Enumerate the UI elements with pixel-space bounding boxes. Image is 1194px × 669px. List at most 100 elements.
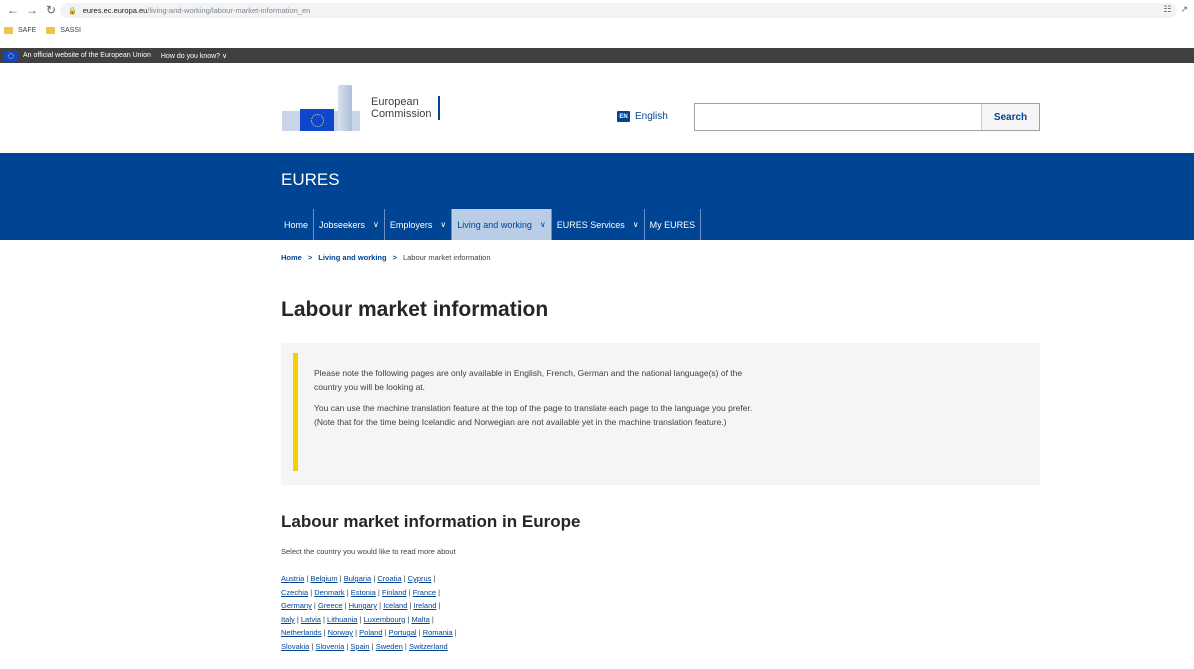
url-host: eures.ec.europa.eu — [82, 6, 148, 15]
country-row: Slovakia | Slovenia | Spain | Sweden | S… — [281, 640, 581, 654]
country-link-luxembourg[interactable]: Luxembourg — [364, 615, 406, 624]
search-input[interactable] — [695, 104, 981, 130]
browser-actions: ☷ ↗ — [1163, 4, 1188, 15]
country-link-estonia[interactable]: Estonia — [351, 588, 376, 597]
back-icon[interactable]: ← — [5, 2, 21, 18]
language-label: English — [635, 111, 668, 122]
link-separator: | — [452, 628, 457, 637]
country-link-ireland[interactable]: Ireland — [414, 601, 437, 610]
breadcrumb-home[interactable]: Home — [281, 253, 302, 262]
country-list: Austria | Belgium | Bulgaria | Croatia |… — [281, 572, 581, 653]
language-selector[interactable]: EN English — [617, 111, 668, 122]
country-link-belgium[interactable]: Belgium — [310, 574, 337, 583]
nav-label: EURES Services — [556, 219, 625, 230]
breadcrumb-separator: > — [307, 253, 313, 262]
country-link-finland[interactable]: Finland — [382, 588, 407, 597]
country-link-cyprus[interactable]: Cyprus — [408, 574, 432, 583]
country-link-czechia[interactable]: Czechia — [281, 588, 308, 597]
chevron-down-icon: ∨ — [373, 220, 379, 229]
browser-toolbar: ← → ↻ 🔒 eures.ec.europa.eu /living-and-w… — [0, 0, 1194, 20]
country-row: Germany | Greece | Hungary | Iceland | I… — [281, 599, 581, 613]
breadcrumb-current: Labour market information — [402, 253, 491, 262]
folder-icon — [46, 27, 56, 34]
country-link-denmark[interactable]: Denmark — [314, 588, 344, 597]
notice-paragraph-2: You can use the machine translation feat… — [314, 403, 753, 427]
country-row: Austria | Belgium | Bulgaria | Croatia |… — [281, 572, 581, 586]
country-row: Netherlands | Norway | Poland | Portugal… — [281, 626, 581, 640]
ec-building-icon — [278, 85, 363, 131]
link-separator: | — [431, 574, 436, 583]
breadcrumb-separator: > — [392, 253, 397, 262]
search-form: Search — [694, 103, 1040, 131]
share-icon[interactable]: ↗ — [1180, 4, 1188, 15]
search-button[interactable]: Search — [981, 104, 1039, 130]
country-link-spain[interactable]: Spain — [350, 642, 369, 651]
country-link-hungary[interactable]: Hungary — [349, 601, 377, 610]
country-link-germany[interactable]: Germany — [281, 601, 312, 610]
site-banner: EURES Home Jobseekers ∨ Employers ∨ Livi… — [0, 153, 1194, 240]
nav-item-my-eures[interactable]: My EURES — [645, 209, 702, 240]
country-row: Italy | Latvia | Lithuania | Luxembourg … — [281, 613, 581, 627]
notice-paragraph-1: Please note the following pages are only… — [314, 368, 743, 392]
country-link-netherlands[interactable]: Netherlands — [281, 628, 321, 637]
logo-line2: Commission — [371, 108, 432, 120]
notice-accent-bar — [293, 353, 298, 471]
country-link-france[interactable]: France — [413, 588, 436, 597]
country-row: Czechia | Denmark | Estonia | Finland | … — [281, 586, 581, 600]
section-intro: Select the country you would like to rea… — [281, 547, 456, 556]
country-link-malta[interactable]: Malta — [411, 615, 429, 624]
bookmarks-bar: SAFE SASSI — [0, 20, 1194, 41]
nav-label: Home — [284, 219, 309, 230]
country-link-italy[interactable]: Italy — [281, 615, 295, 624]
nav-item-jobseekers[interactable]: Jobseekers ∨ — [314, 209, 385, 240]
forward-icon[interactable]: → — [24, 2, 40, 18]
logo-line1: European — [371, 96, 419, 108]
country-link-romania[interactable]: Romania — [423, 628, 453, 637]
site-header: European Commission EN English Search — [0, 63, 1194, 153]
country-link-slovenia[interactable]: Slovenia — [315, 642, 344, 651]
link-separator: | — [436, 601, 441, 610]
country-link-greece[interactable]: Greece — [318, 601, 343, 610]
address-bar[interactable]: 🔒 eures.ec.europa.eu /living-and-working… — [60, 3, 1177, 18]
nav-item-living-and-working[interactable]: Living and working ∨ — [452, 209, 552, 240]
country-link-iceland[interactable]: Iceland — [383, 601, 407, 610]
country-link-sweden[interactable]: Sweden — [376, 642, 403, 651]
bookmark-sassi[interactable]: SASSI — [46, 27, 81, 34]
nav-item-eures-services[interactable]: EURES Services ∨ — [552, 209, 645, 240]
lock-icon[interactable]: 🔒 — [68, 7, 77, 15]
country-link-latvia[interactable]: Latvia — [301, 615, 321, 624]
bookmark-label: SAFE — [18, 27, 37, 34]
country-link-norway[interactable]: Norway — [328, 628, 353, 637]
section-title: Labour market information in Europe — [281, 512, 581, 531]
main-navigation: Home Jobseekers ∨ Employers ∨ Living and… — [281, 209, 702, 240]
page-title: Labour market information — [281, 298, 549, 321]
chevron-down-icon: ∨ — [632, 220, 639, 229]
url-path: /living-and-working/labour-market-inform… — [147, 6, 311, 15]
country-link-slovakia[interactable]: Slovakia — [281, 642, 309, 651]
translate-icon[interactable]: ☷ — [1163, 4, 1171, 15]
country-link-portugal[interactable]: Portugal — [389, 628, 417, 637]
nav-label: My EURES — [649, 219, 696, 230]
nav-item-employers[interactable]: Employers ∨ — [385, 209, 453, 240]
nav-label: Jobseekers — [319, 219, 366, 230]
bookmark-safe[interactable]: SAFE — [4, 27, 36, 34]
country-link-poland[interactable]: Poland — [359, 628, 382, 637]
breadcrumb-living-and-working[interactable]: Living and working — [318, 253, 386, 262]
country-link-austria[interactable]: Austria — [281, 574, 304, 583]
country-link-switzerland[interactable]: Switzerland — [409, 642, 448, 651]
country-link-croatia[interactable]: Croatia — [377, 574, 401, 583]
reload-icon[interactable]: ↻ — [43, 2, 59, 18]
how-do-you-know-link[interactable]: How do you know? ∨ — [161, 52, 227, 60]
nav-item-home[interactable]: Home — [281, 209, 315, 240]
ec-logo[interactable]: European Commission — [278, 83, 458, 133]
ec-logo-text: European Commission — [371, 96, 440, 120]
breadcrumb: Home > Living and working > Labour marke… — [281, 253, 491, 262]
notice-box: Please note the following pages are only… — [281, 343, 1040, 485]
nav-label: Living and working — [457, 219, 532, 230]
country-link-lithuania[interactable]: Lithuania — [327, 615, 357, 624]
link-separator: | — [436, 587, 441, 597]
country-link-bulgaria[interactable]: Bulgaria — [344, 574, 372, 583]
official-site-text: An official website of the European Unio… — [23, 52, 151, 59]
site-name[interactable]: EURES — [281, 170, 340, 190]
eu-flag-icon — [3, 50, 18, 61]
